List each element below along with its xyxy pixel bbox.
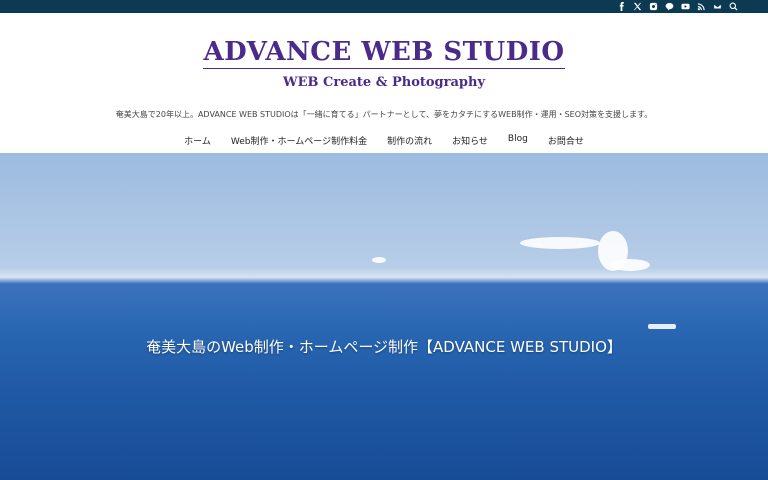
cloud <box>520 237 600 249</box>
mail-icon[interactable] <box>712 1 722 11</box>
nav-item-pricing[interactable]: Web制作・ホームページ制作料金 <box>231 134 367 147</box>
cloud <box>610 259 650 271</box>
nav-item-news[interactable]: お知らせ <box>452 134 488 147</box>
top-bar <box>0 0 768 13</box>
facebook-icon[interactable] <box>616 1 626 11</box>
cloud <box>372 257 386 263</box>
youtube-icon[interactable] <box>680 1 690 11</box>
logo-title[interactable]: ADVANCE WEB STUDIO <box>203 37 565 69</box>
line-icon[interactable] <box>664 1 674 11</box>
nav-item-blog[interactable]: Blog <box>508 134 528 147</box>
social-links <box>616 1 738 11</box>
ship <box>648 324 676 329</box>
main-nav: ホーム Web制作・ホームページ制作料金 制作の流れ お知らせ Blog お問合… <box>0 134 768 147</box>
instagram-icon[interactable] <box>648 1 658 11</box>
x-icon[interactable] <box>632 1 642 11</box>
search-icon[interactable] <box>728 1 738 11</box>
logo-subtitle: WEB Create & Photography <box>282 75 485 90</box>
rss-icon[interactable] <box>696 1 706 11</box>
hero-image: 奄美大島のWeb制作・ホームページ制作【ADVANCE WEB STUDIO】 <box>0 153 768 480</box>
nav-item-home[interactable]: ホーム <box>184 134 211 147</box>
nav-item-flow[interactable]: 制作の流れ <box>387 134 432 147</box>
hero-title: 奄美大島のWeb制作・ホームページ制作【ADVANCE WEB STUDIO】 <box>146 338 622 356</box>
site-tagline: 奄美大島で20年以上。ADVANCE WEB STUDIOは「一緒に育てる」パー… <box>115 110 653 119</box>
site-logo[interactable]: ADVANCE WEB STUDIO WEB Create & Photogra… <box>0 37 768 90</box>
nav-item-contact[interactable]: お問合せ <box>548 134 584 147</box>
site-header: ADVANCE WEB STUDIO WEB Create & Photogra… <box>0 13 768 153</box>
